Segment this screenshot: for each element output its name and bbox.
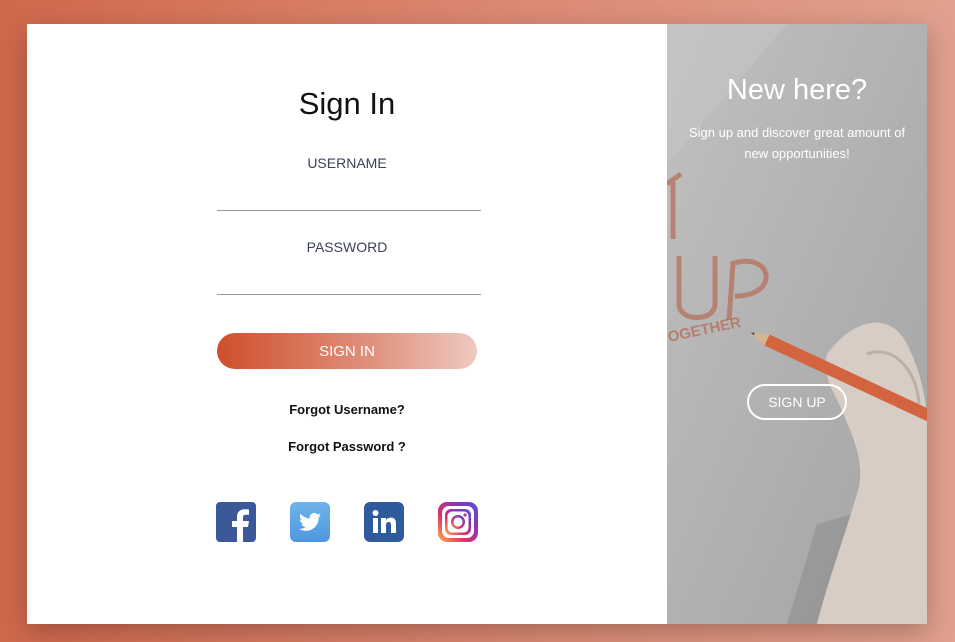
- signup-panel: OGETHER New here? Sign up and discover g…: [667, 24, 927, 624]
- password-label: PASSWORD: [306, 239, 388, 255]
- twitter-icon[interactable]: [290, 502, 330, 542]
- signup-subtitle: Sign up and discover great amount of new…: [688, 125, 906, 161]
- background-image: OGETHER: [667, 24, 927, 624]
- signin-button[interactable]: SIGN IN: [217, 333, 477, 369]
- instagram-icon[interactable]: [438, 502, 478, 542]
- signup-title: New here?: [726, 74, 868, 106]
- forgot-username-link[interactable]: Forgot Username?: [27, 402, 667, 417]
- facebook-icon[interactable]: [216, 502, 256, 542]
- signin-panel: Sign In USERNAME PASSWORD SIGN IN Forgot…: [27, 24, 667, 624]
- password-field[interactable]: [217, 266, 481, 295]
- signup-button[interactable]: SIGN UP: [747, 384, 847, 420]
- username-label: USERNAME: [307, 155, 387, 171]
- signin-title: Sign In: [298, 86, 396, 121]
- forgot-password-link[interactable]: Forgot Password ?: [27, 439, 667, 454]
- login-card: Sign In USERNAME PASSWORD SIGN IN Forgot…: [27, 24, 927, 624]
- linkedin-icon[interactable]: [364, 502, 404, 542]
- username-field[interactable]: [217, 182, 481, 211]
